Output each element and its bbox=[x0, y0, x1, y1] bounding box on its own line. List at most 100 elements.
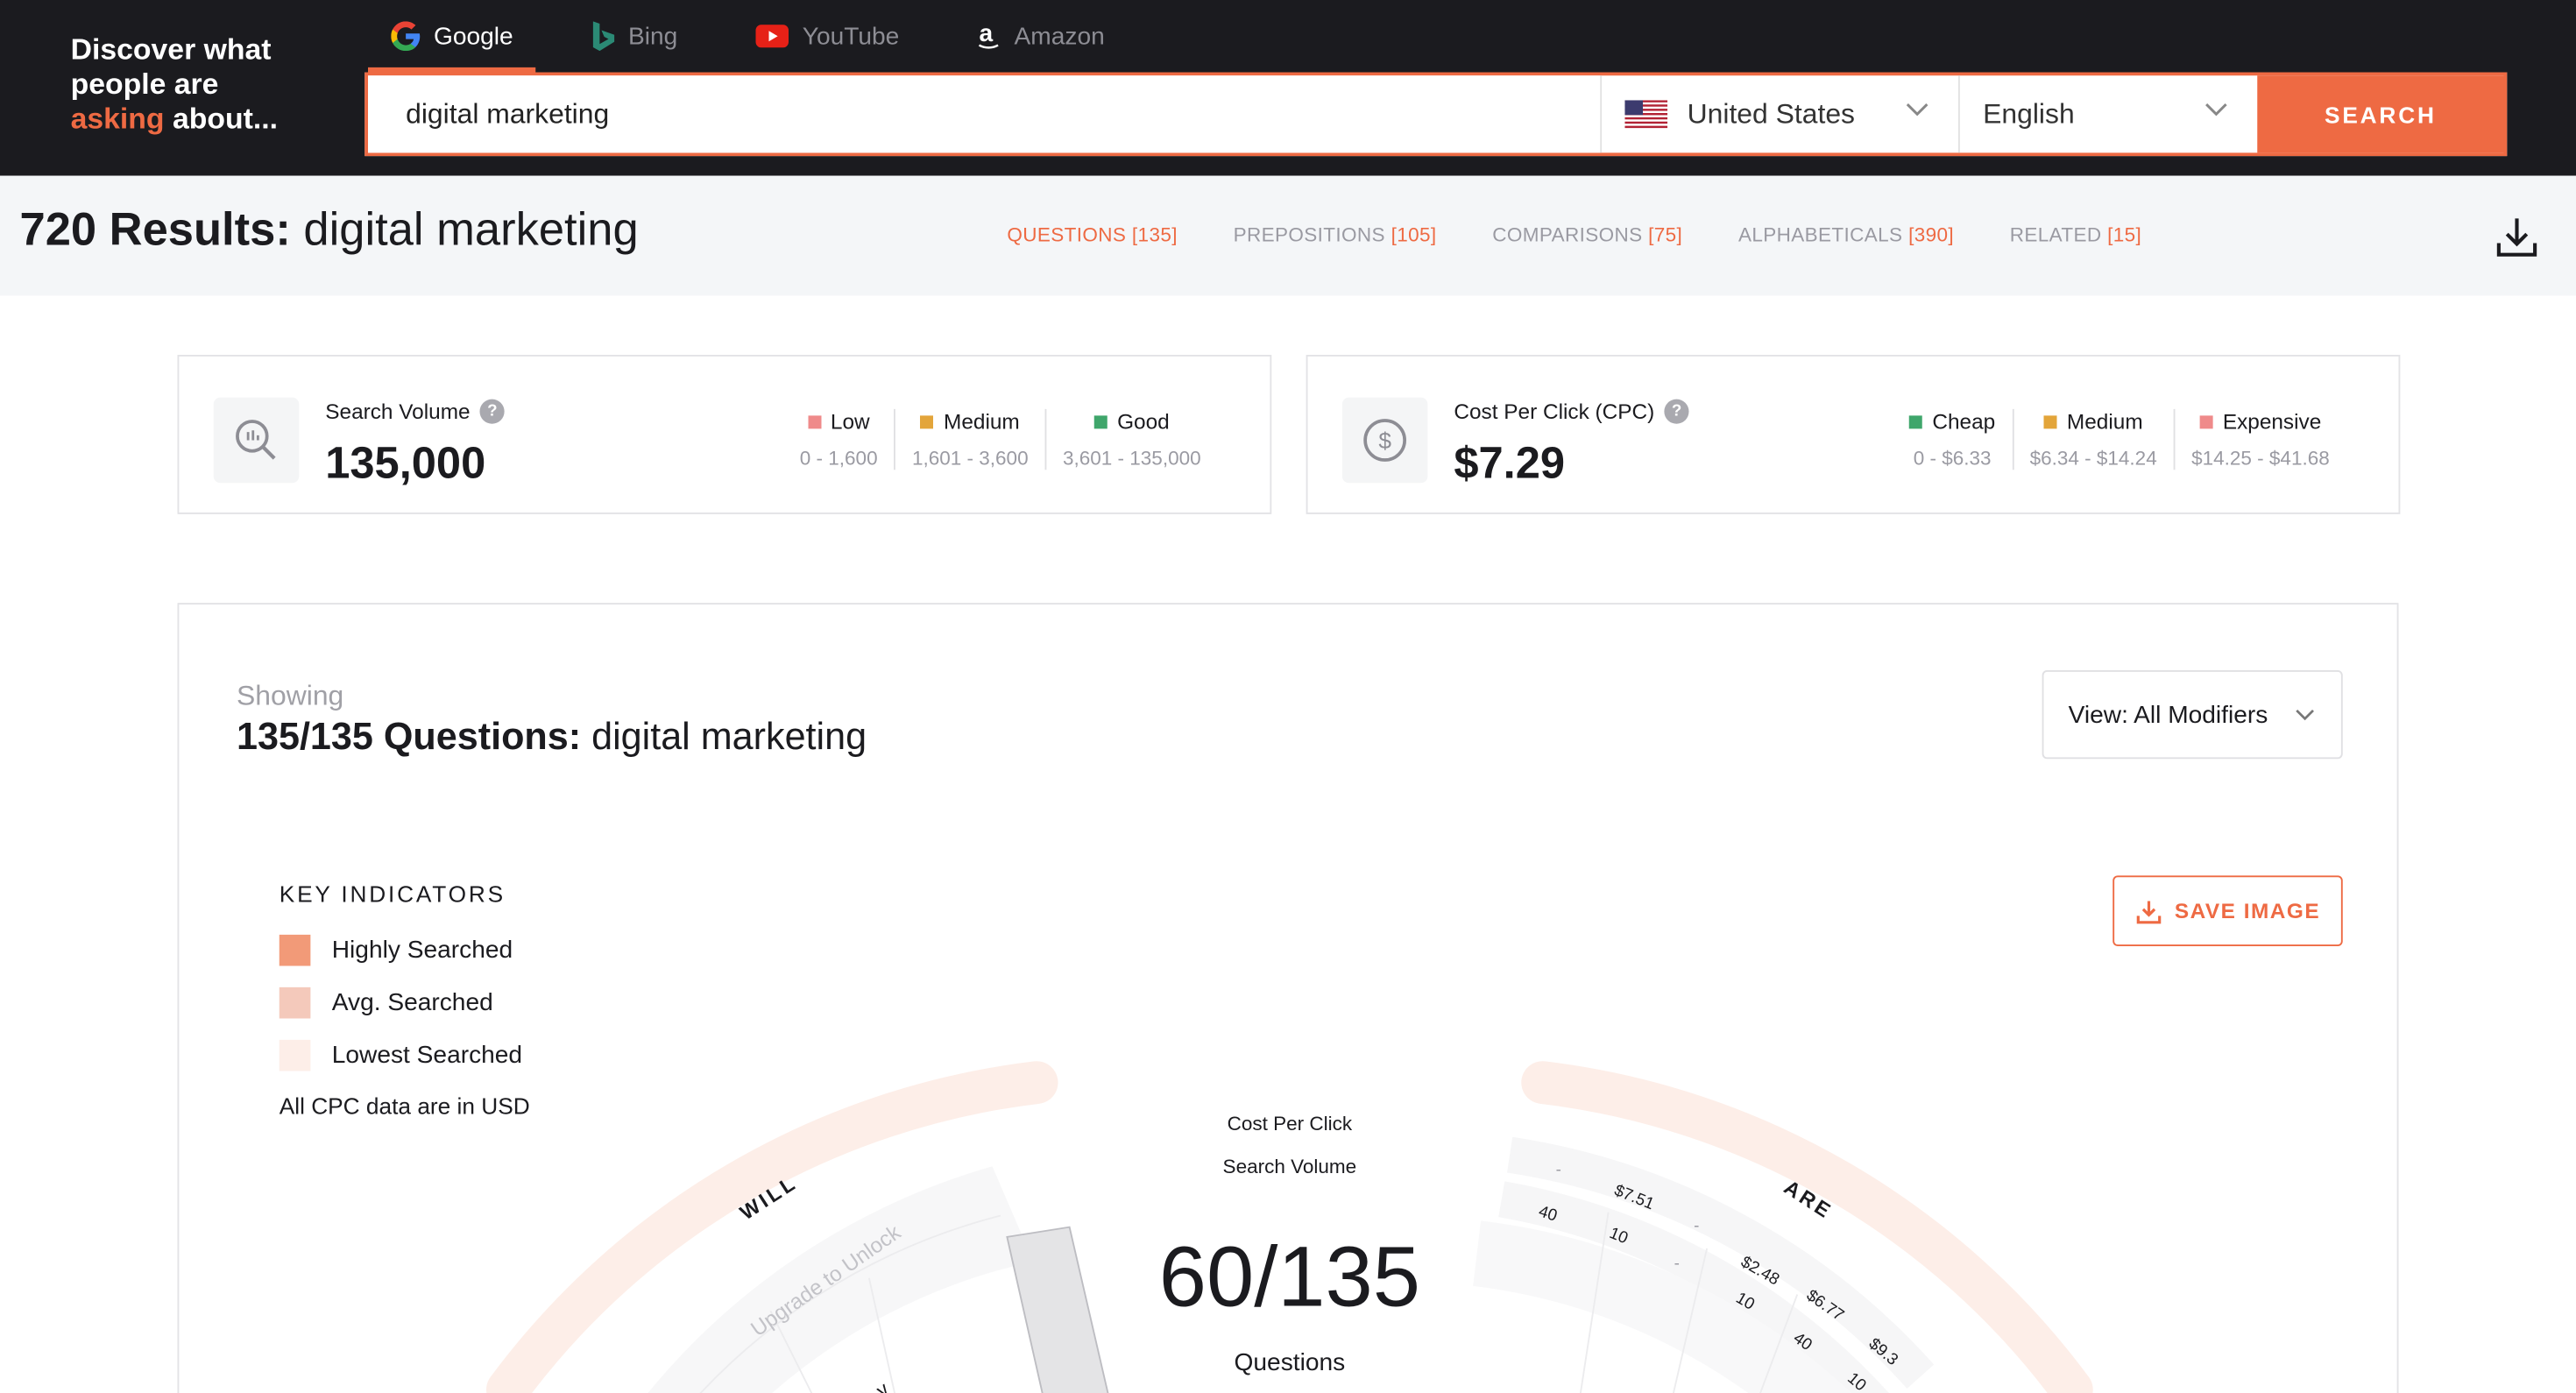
download-icon bbox=[2136, 900, 2161, 923]
legend-expensive: Expensive $14.25 - $41.68 bbox=[2173, 408, 2346, 470]
tab-questions[interactable]: QUESTIONS [135] bbox=[1007, 223, 1178, 246]
results-count: 720 Results: bbox=[19, 203, 291, 255]
tab-count: [75] bbox=[1648, 223, 1683, 247]
tagline-line1: Discover what bbox=[70, 32, 272, 67]
google-icon bbox=[391, 21, 421, 52]
cpc-value: $7.29 bbox=[1454, 438, 1566, 488]
cpc-label: Cost Per Click (CPC) ? bbox=[1454, 399, 1689, 424]
save-image-button[interactable]: SAVE IMAGE bbox=[2112, 875, 2343, 946]
legend-swatch bbox=[1093, 414, 1108, 428]
language-value: English bbox=[1983, 97, 2075, 130]
engine-tab-label: Amazon bbox=[1014, 22, 1105, 51]
tab-label: QUESTIONS bbox=[1007, 223, 1127, 247]
engine-tab-label: YouTube bbox=[802, 22, 900, 51]
indicator-avg-searched: Avg. Searched bbox=[279, 986, 493, 1019]
cpc-label-text: Cost Per Click (CPC) bbox=[1454, 399, 1655, 424]
tab-count: [390] bbox=[1908, 223, 1955, 247]
app-root: Discover what people are asking about...… bbox=[0, 0, 2576, 1393]
results-bar: 720 Results: digital marketing QUESTIONS… bbox=[0, 175, 2576, 296]
legend-range: $6.34 - $14.24 bbox=[2029, 447, 2157, 470]
engine-tab-youtube[interactable]: YouTube bbox=[754, 0, 903, 73]
legend-swatch bbox=[1909, 414, 1923, 428]
tab-alphabeticals[interactable]: ALPHABETICALS [390] bbox=[1738, 223, 1954, 246]
search-volume-value: 135,000 bbox=[325, 438, 486, 488]
engine-tab-google[interactable]: Google bbox=[367, 0, 537, 73]
indicator-lowest-searched: Lowest Searched bbox=[279, 1039, 523, 1071]
country-value: United States bbox=[1687, 97, 1855, 130]
indicator-label: Lowest Searched bbox=[331, 1041, 523, 1070]
indicator-highly-searched: Highly Searched bbox=[279, 934, 513, 966]
tab-prepositions[interactable]: PREPOSITIONS [105] bbox=[1234, 223, 1437, 246]
country-select[interactable]: United States bbox=[1600, 75, 1958, 153]
search-button[interactable]: SEARCH bbox=[2257, 75, 2504, 153]
results-keyword: digital marketing bbox=[303, 203, 639, 255]
tab-label: RELATED bbox=[2009, 223, 2102, 247]
tagline-line2: people are bbox=[70, 67, 219, 101]
download-icon[interactable] bbox=[2494, 214, 2540, 260]
indicator-swatch bbox=[279, 934, 311, 966]
help-icon[interactable]: ? bbox=[1664, 399, 1689, 424]
wheel-tick: v bbox=[872, 1377, 893, 1393]
language-select[interactable]: English bbox=[1958, 75, 2257, 153]
engine-tab-label: Google bbox=[434, 22, 513, 51]
tab-label: PREPOSITIONS bbox=[1233, 223, 1385, 247]
engine-tab-bing[interactable]: Bing bbox=[589, 0, 681, 73]
tab-count: [135] bbox=[1131, 223, 1178, 247]
amazon-icon: a bbox=[979, 21, 1000, 49]
key-indicators-title: KEY INDICATORS bbox=[279, 880, 506, 907]
legend-name: Low bbox=[830, 408, 870, 434]
cpc-card: $ Cost Per Click (CPC) ? $7.29 Cheap 0 -… bbox=[1306, 355, 2401, 514]
chevron-down-icon bbox=[1906, 103, 1928, 117]
indicator-label: Avg. Searched bbox=[331, 988, 493, 1017]
us-flag-icon bbox=[1624, 100, 1668, 129]
svg-text:a: a bbox=[980, 21, 994, 46]
indicator-swatch bbox=[279, 986, 311, 1019]
tagline: Discover what people are asking about... bbox=[71, 33, 350, 137]
legend-name: Medium bbox=[2066, 408, 2143, 434]
tab-label: COMPARISONS bbox=[1492, 223, 1643, 247]
center-sv-label: Search Volume bbox=[1222, 1155, 1357, 1178]
engine-tab-amazon[interactable]: a Amazon bbox=[975, 0, 1108, 73]
top-bar: Discover what people are asking about...… bbox=[0, 0, 2576, 176]
tab-comparisons[interactable]: COMPARISONS [75] bbox=[1492, 223, 1682, 246]
legend-name: Expensive bbox=[2222, 408, 2322, 434]
tab-count: [15] bbox=[2107, 223, 2142, 247]
legend-low: Low 0 - 1,600 bbox=[783, 409, 894, 470]
legend-name: Medium bbox=[944, 408, 1020, 434]
tagline-tail: about... bbox=[172, 102, 278, 135]
dollar-icon: $ bbox=[1341, 397, 1428, 484]
legend-range: $14.25 - $41.68 bbox=[2191, 447, 2330, 470]
search-volume-legend: Low 0 - 1,600 Medium 1,601 - 3,600 Good … bbox=[783, 408, 1217, 470]
bing-icon bbox=[593, 21, 615, 52]
legend-medium: Medium $6.34 - $14.24 bbox=[2011, 408, 2174, 470]
legend-good: Good 3,601 - 135,000 bbox=[1044, 408, 1217, 470]
legend-range: 1,601 - 3,600 bbox=[911, 447, 1029, 470]
search-volume-label-text: Search Volume bbox=[325, 399, 471, 424]
tagline-highlight: asking bbox=[70, 102, 165, 135]
save-image-label: SAVE IMAGE bbox=[2174, 898, 2321, 923]
legend-range: 0 - $6.33 bbox=[1913, 447, 1992, 470]
engine-tab-label: Bing bbox=[627, 22, 678, 51]
svg-text:$: $ bbox=[1378, 428, 1391, 454]
search-volume-icon bbox=[213, 397, 300, 484]
tab-label: ALPHABETICALS bbox=[1737, 223, 1903, 247]
search-bar: United States English SEARCH bbox=[364, 72, 2508, 157]
legend-range: 3,601 - 135,000 bbox=[1062, 447, 1201, 470]
engine-tabs: Google Bing YouTube a Amazon bbox=[367, 0, 1180, 73]
results-title: 720 Results: digital marketing bbox=[20, 204, 639, 257]
help-icon[interactable]: ? bbox=[479, 399, 505, 424]
search-input[interactable] bbox=[368, 75, 1601, 153]
legend-name: Cheap bbox=[1932, 408, 1996, 434]
tab-related[interactable]: RELATED [15] bbox=[2010, 223, 2141, 246]
legend-cheap: Cheap 0 - $6.33 bbox=[1893, 409, 2012, 470]
cpc-legend: Cheap 0 - $6.33 Medium $6.34 - $14.24 Ex… bbox=[1893, 408, 2346, 470]
center-question-unit: Questions bbox=[1234, 1348, 1346, 1377]
legend-range: 0 - 1,600 bbox=[799, 447, 878, 470]
legend-swatch bbox=[2199, 414, 2213, 428]
search-volume-label: Search Volume ? bbox=[325, 399, 505, 424]
result-tabs: QUESTIONS [135] PREPOSITIONS [105] COMPA… bbox=[1007, 223, 2197, 246]
chevron-down-icon bbox=[2205, 103, 2227, 117]
center-cpc-label: Cost Per Click bbox=[1227, 1112, 1353, 1135]
search-volume-card: Search Volume ? 135,000 Low 0 - 1,600 Me… bbox=[177, 355, 1272, 514]
legend-name: Good bbox=[1117, 408, 1170, 434]
